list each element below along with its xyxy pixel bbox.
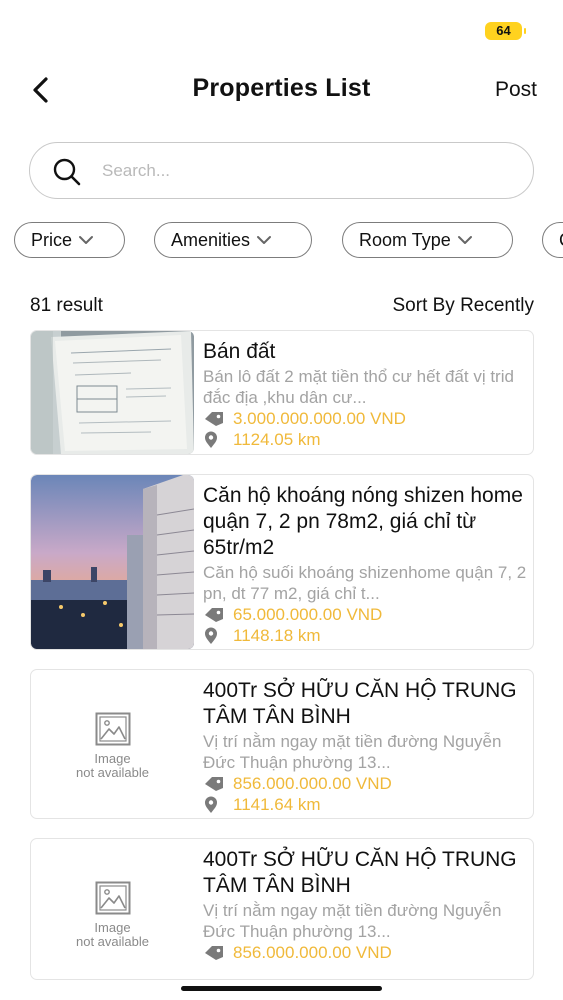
- listing-price: 856.000.000.00 VND: [233, 942, 392, 962]
- distance-row: 1148.18 km: [203, 625, 527, 646]
- placeholder-text: not available: [76, 934, 149, 949]
- chevron-down-icon: [257, 236, 272, 244]
- listing-title: Bán đất: [203, 340, 276, 363]
- location-pin-icon: [205, 431, 217, 448]
- price-tag-icon: [205, 776, 223, 791]
- listing-info: 400Tr SỞ HỮU CĂN HỘ TRUNG TÂM TÂN BÌNH V…: [203, 678, 527, 815]
- post-button[interactable]: Post: [495, 78, 537, 102]
- listing-info: 400Tr SỞ HỮU CĂN HỘ TRUNG TÂM TÂN BÌNH V…: [203, 847, 527, 963]
- listing-card[interactable]: Image not available 400Tr SỞ HỮU CĂN HỘ …: [30, 838, 534, 980]
- status-bar: 64: [0, 0, 563, 60]
- image-icon: [95, 712, 130, 746]
- page-title: Properties List: [192, 74, 371, 102]
- filter-label: C: [559, 230, 563, 251]
- listing-image: [31, 475, 194, 649]
- listing-price: 65.000.000.00 VND: [233, 604, 383, 624]
- listing-title: 400Tr SỞ HỮU CĂN HỘ TRUNG TÂM TÂN BÌNH: [203, 848, 517, 897]
- search-bar[interactable]: [29, 142, 534, 199]
- price-row: 856.000.000.00 VND: [203, 942, 527, 963]
- listing-price: 3.000.000.000.00 VND: [233, 408, 406, 428]
- price-row: 65.000.000.00 VND: [203, 604, 527, 625]
- listing-info: Bán đất Bán lô đất 2 mặt tiền thổ cư hết…: [203, 339, 527, 450]
- listing-distance: 1148.18 km: [233, 625, 321, 645]
- placeholder-text: Image: [94, 920, 131, 935]
- listing-card[interactable]: Image not available 400Tr SỞ HỮU CĂN HỘ …: [30, 669, 534, 819]
- price-row: 3.000.000.000.00 VND: [203, 408, 527, 429]
- chevron-down-icon: [79, 236, 94, 244]
- filter-label: Room Type: [359, 229, 451, 250]
- listing-card[interactable]: Bán đất Bán lô đất 2 mặt tiền thổ cư hết…: [30, 330, 534, 455]
- building-photo: [31, 475, 194, 649]
- listing-price: 856.000.000.00 VND: [233, 773, 392, 793]
- filter-more-button[interactable]: C: [542, 222, 563, 258]
- price-tag-icon: [205, 607, 223, 622]
- listing-card[interactable]: Căn hộ khoáng nóng shizen home quận 7, 2…: [30, 474, 534, 650]
- chevron-down-icon: [457, 236, 472, 244]
- listing-description: Căn hộ suối khoáng shizenhome quận 7, 2 …: [203, 563, 527, 603]
- image-placeholder: Image not available: [31, 712, 194, 780]
- price-tag-icon: [205, 945, 223, 960]
- listing-info: Căn hộ khoáng nóng shizen home quận 7, 2…: [203, 483, 527, 646]
- placeholder-text: Image: [94, 751, 131, 766]
- image-placeholder: Image not available: [31, 881, 194, 949]
- listing-description: Vị trí nằm ngay mặt tiền đường Nguyễn Đứ…: [203, 901, 502, 941]
- price-tag-icon: [205, 411, 223, 426]
- filter-amenities-button[interactable]: Amenities: [154, 222, 312, 258]
- listing-image: [31, 331, 194, 454]
- listing-description: Vị trí nằm ngay mặt tiền đường Nguyễn Đứ…: [203, 732, 502, 772]
- filter-price-button[interactable]: Price: [14, 222, 125, 258]
- distance-row: 1124.05 km: [203, 429, 527, 450]
- distance-row: 1141.64 km: [203, 794, 527, 815]
- search-icon: [53, 158, 81, 186]
- search-input[interactable]: [102, 155, 512, 187]
- listing-distance: 1141.64 km: [233, 794, 321, 814]
- filter-label: Amenities: [171, 229, 251, 250]
- listing-title: 400Tr SỞ HỮU CĂN HỘ TRUNG TÂM TÂN BÌNH: [203, 679, 517, 728]
- filter-room-type-button[interactable]: Room Type: [342, 222, 513, 258]
- filter-bar: Price Amenities Room Type C: [0, 222, 563, 260]
- listing-distance: 1124.05 km: [233, 429, 321, 449]
- image-icon: [95, 881, 130, 915]
- price-row: 856.000.000.00 VND: [203, 773, 527, 794]
- nav-header: Properties List Post: [0, 64, 563, 118]
- document-photo: [31, 331, 194, 454]
- sort-button[interactable]: Sort By Recently: [393, 295, 535, 317]
- location-pin-icon: [205, 796, 217, 813]
- location-pin-icon: [205, 627, 217, 644]
- listing-description: Bán lô đất 2 mặt tiền thổ cư hết đất vị …: [203, 367, 514, 407]
- listing-title: Căn hộ khoáng nóng shizen home quận 7, 2…: [203, 484, 523, 559]
- results-count: 81 result: [30, 295, 103, 316]
- filter-label: Price: [31, 229, 73, 250]
- battery-indicator: 64: [485, 22, 526, 40]
- placeholder-text: not available: [76, 765, 149, 780]
- home-indicator: [181, 986, 382, 991]
